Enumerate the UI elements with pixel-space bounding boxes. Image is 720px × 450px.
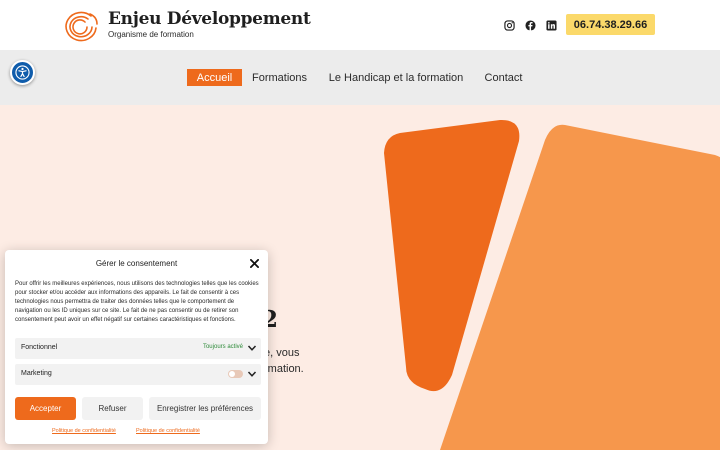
phone-button[interactable]: 06.74.38.29.66: [566, 14, 655, 35]
cookie-description: Pour offrir les meilleures expériences, …: [15, 281, 259, 323]
preference-label: Fonctionnel: [21, 344, 58, 351]
brand-tagline: Organisme de formation: [108, 30, 194, 39]
cookie-consent-dialog: Gérer le consentement Pour offrir les me…: [5, 250, 268, 444]
privacy-policy-link[interactable]: Politique de confidentialité: [136, 428, 200, 434]
accept-button[interactable]: Accepter: [15, 397, 76, 420]
close-icon[interactable]: [247, 256, 261, 270]
nav-item-formations[interactable]: Formations: [246, 69, 313, 86]
privacy-policy-link[interactable]: Politique de confidentialité: [52, 428, 116, 434]
chevron-down-icon[interactable]: [247, 369, 257, 379]
refuse-button[interactable]: Refuser: [82, 397, 143, 420]
hero-text-line-1: e, vous: [264, 347, 300, 359]
linkedin-icon[interactable]: [544, 18, 558, 32]
preference-marketing[interactable]: Marketing: [15, 364, 261, 385]
accessibility-icon[interactable]: [10, 60, 35, 85]
chevron-down-icon[interactable]: [247, 343, 257, 353]
nav-item-contact[interactable]: Contact: [479, 69, 528, 86]
preference-status: Toujours activé: [202, 344, 243, 350]
hero-text-line-2: rmation.: [264, 363, 304, 375]
preference-label: Marketing: [21, 370, 52, 377]
preference-functional[interactable]: Fonctionnel Toujours activé: [15, 338, 261, 359]
nav-item-accueil[interactable]: Accueil: [187, 69, 242, 86]
cookie-title: Gérer le consentement: [95, 259, 178, 268]
instagram-icon[interactable]: [502, 18, 516, 32]
nav-item-handicap[interactable]: Le Handicap et la formation: [322, 69, 470, 86]
brand-name[interactable]: Enjeu Développement: [108, 9, 311, 29]
facebook-icon[interactable]: [523, 18, 537, 32]
top-header: Enjeu Développement Organisme de formati…: [0, 0, 720, 50]
marketing-toggle[interactable]: [228, 370, 243, 378]
save-preferences-button[interactable]: Enregistrer les préférences: [149, 397, 261, 420]
logo-swirl-icon[interactable]: [60, 8, 100, 42]
